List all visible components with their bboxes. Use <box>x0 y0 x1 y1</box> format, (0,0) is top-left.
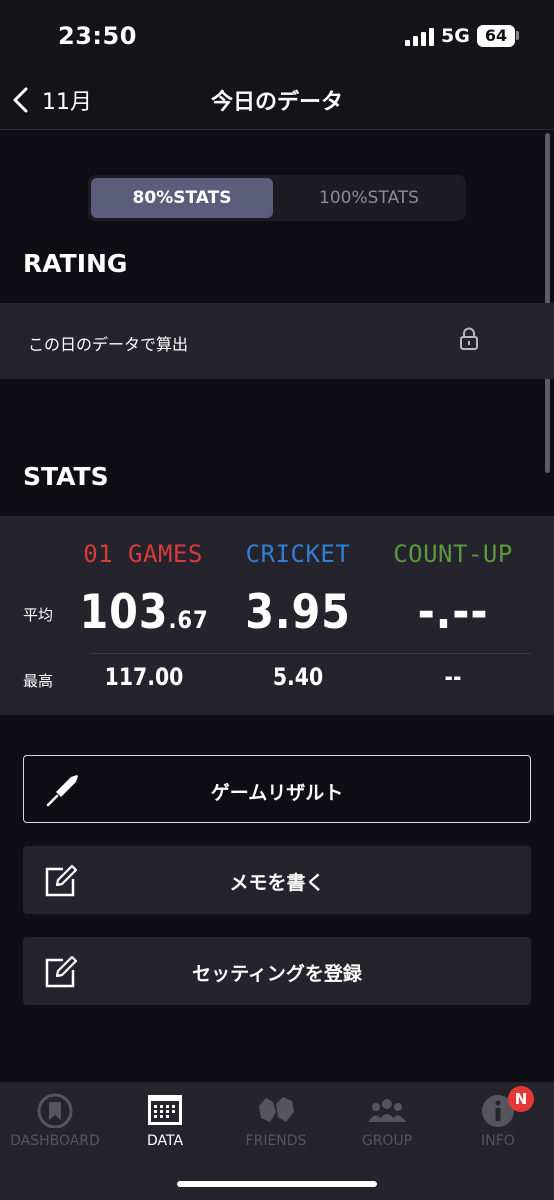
tab-dashboard[interactable]: DASHBOARD <box>0 1090 110 1154</box>
battery-tip <box>516 31 519 40</box>
best-01-games: 117.00 <box>104 663 184 691</box>
col-head-01-games: 01 GAMES <box>83 540 203 568</box>
tab-friends[interactable]: FRIENDS <box>221 1090 331 1154</box>
battery-icon: 64 <box>477 25 515 47</box>
stats-mode-segmented-control: 80%STATS 100%STATS <box>88 175 466 221</box>
avg-cricket-int: 3.95 <box>245 585 351 640</box>
group-icon <box>368 1099 406 1122</box>
col-head-cricket: CRICKET <box>245 540 351 568</box>
tab-data[interactable]: DATA <box>110 1090 220 1154</box>
game-result-button[interactable]: ゲームリザルト <box>23 755 531 823</box>
best-cricket: 5.40 <box>272 663 324 691</box>
write-memo-label: メモを書く <box>229 872 325 894</box>
lock-icon <box>460 327 478 350</box>
col-head-count-up: COUNT-UP <box>393 540 513 568</box>
tab-label-info: INFO <box>481 1133 515 1149</box>
tab-label-group: GROUP <box>361 1133 413 1149</box>
friends-icon <box>259 1097 294 1122</box>
register-setting-label: セッティングを登録 <box>192 963 362 985</box>
status-time: 23:50 <box>58 22 137 50</box>
back-label: 11月 <box>42 90 92 115</box>
avg-label: 平均 <box>23 606 54 624</box>
avg-01-games: 103.67 <box>65 585 223 640</box>
avg-01-games-dec: .67 <box>168 606 209 634</box>
avg-count-up: -.-- <box>374 585 532 640</box>
best-label: 最高 <box>23 672 54 690</box>
nav-bar: 今日のデータ 11月 <box>0 72 554 130</box>
calendar-icon <box>148 1095 182 1125</box>
tab-info[interactable]: INFO <box>443 1090 553 1154</box>
chevron-left-icon <box>13 87 28 113</box>
game-result-label: ゲームリザルト <box>210 782 344 804</box>
info-badge: N <box>508 1086 534 1112</box>
stats-title: STATS <box>23 462 109 491</box>
home-indicator[interactable] <box>177 1181 377 1187</box>
segment-80-stats[interactable]: 80%STATS <box>91 178 273 218</box>
dashboard-icon <box>37 1093 73 1128</box>
tab-label-friends: FRIENDS <box>245 1133 307 1149</box>
avg-01-games-int: 103 <box>79 585 169 640</box>
tab-label-data: DATA <box>146 1133 184 1149</box>
avg-cricket: 3.95 <box>219 585 377 640</box>
tab-group[interactable]: GROUP <box>332 1090 442 1154</box>
avg-count-up-int: -.-- <box>417 585 489 640</box>
segment-100-stats[interactable]: 100%STATS <box>278 178 460 218</box>
rating-row-label: この日のデータで算出 <box>28 335 189 354</box>
write-memo-button[interactable]: メモを書く <box>23 846 531 914</box>
network-type: 5G <box>441 25 470 47</box>
back-button[interactable]: 11月 <box>10 80 92 120</box>
register-setting-button[interactable]: セッティングを登録 <box>23 937 531 1005</box>
rating-title: RATING <box>23 249 128 278</box>
best-count-up: -- <box>444 663 462 691</box>
signal-icon <box>405 28 435 46</box>
stats-divider <box>90 653 531 654</box>
tab-label-dashboard: DASHBOARD <box>10 1133 100 1149</box>
